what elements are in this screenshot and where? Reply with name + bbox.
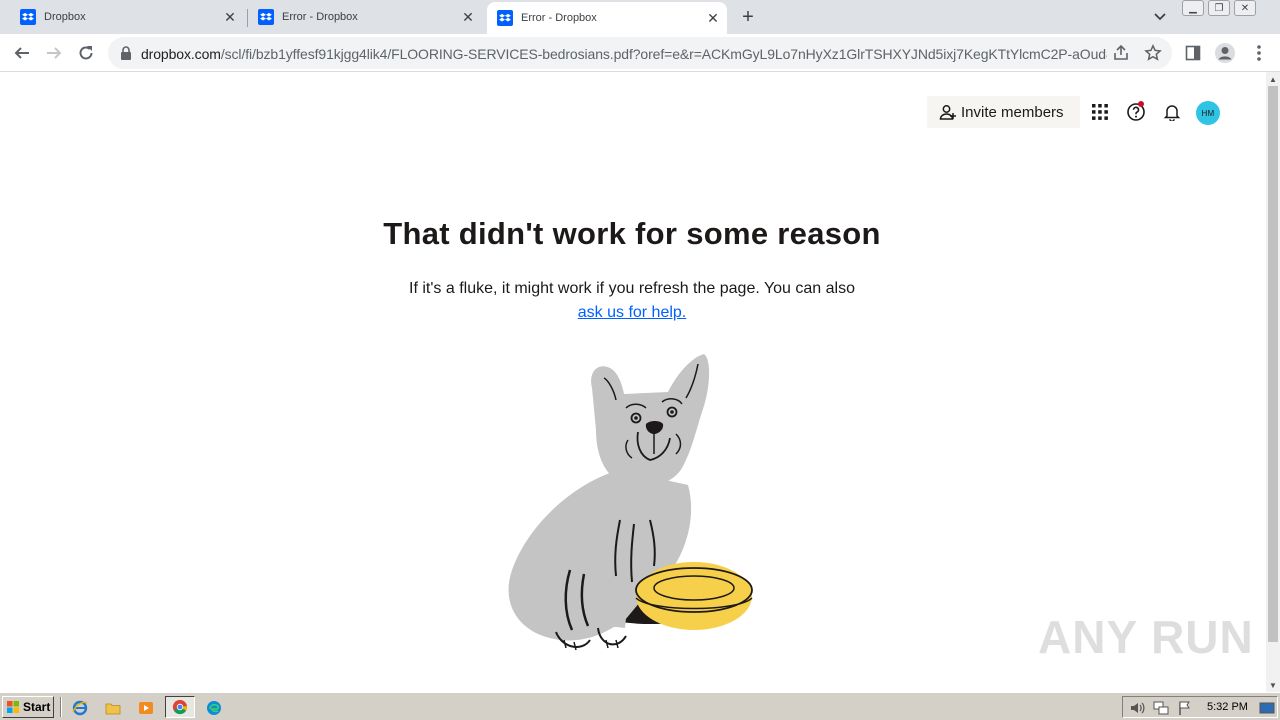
new-tab-button[interactable]: + <box>736 6 760 28</box>
error-message: If it's a fluke, it might work if you re… <box>0 277 1264 325</box>
lock-icon[interactable] <box>120 46 132 60</box>
dropbox-icon <box>20 9 36 25</box>
bookmark-star-icon[interactable] <box>1144 44 1162 62</box>
help-icon[interactable] <box>1124 100 1148 124</box>
close-icon[interactable]: ✕ <box>222 9 238 25</box>
volume-icon[interactable] <box>1129 700 1145 716</box>
scroll-up-icon[interactable]: ▲ <box>1266 72 1280 86</box>
taskbar-divider <box>60 697 62 717</box>
minimize-icon[interactable]: ▁ <box>1182 0 1204 16</box>
page-content: Invite members HM That didn't work for s… <box>0 72 1266 692</box>
sad-dog-illustration <box>508 354 753 651</box>
side-panel-icon[interactable] <box>1182 42 1204 64</box>
edge-icon[interactable] <box>204 698 224 718</box>
invite-members-button[interactable]: Invite members <box>927 96 1080 128</box>
back-icon[interactable] <box>10 41 34 65</box>
taskbar: Start 5:32 PM <box>0 692 1280 720</box>
reload-icon[interactable] <box>74 41 98 65</box>
address-bar[interactable]: dropbox.com/scl/fi/bzb1yffesf91kjgg4lik4… <box>108 37 1172 69</box>
action-center-flag-icon[interactable] <box>1177 700 1193 716</box>
error-message-text: If it's a fluke, it might work if you re… <box>409 280 855 297</box>
url-host: dropbox.com <box>141 46 221 62</box>
invite-members-label: Invite members <box>961 103 1064 121</box>
share-icon[interactable] <box>1112 44 1130 62</box>
start-button[interactable]: Start <box>2 696 54 718</box>
close-window-icon[interactable]: ✕ <box>1234 0 1256 16</box>
dropbox-icon <box>497 10 513 26</box>
internet-explorer-icon[interactable] <box>70 698 90 718</box>
clock: 5:32 PM <box>1207 701 1248 713</box>
url-text[interactable]: dropbox.com/scl/fi/bzb1yffesf91kjgg4lik4… <box>141 46 1107 62</box>
error-title: That didn't work for some reason <box>383 216 881 251</box>
help-link[interactable]: ask us for help. <box>578 304 687 321</box>
close-icon[interactable]: ✕ <box>705 10 721 26</box>
browser-toolbar: dropbox.com/scl/fi/bzb1yffesf91kjgg4lik4… <box>0 34 1280 72</box>
app-grid-icon[interactable] <box>1088 100 1112 124</box>
scroll-thumb[interactable] <box>1268 86 1278 642</box>
start-label: Start <box>23 700 51 714</box>
tab-title: Error - Dropbox <box>521 12 597 24</box>
page-scrollbar[interactable]: ▲ ▼ <box>1266 72 1280 692</box>
notification-dot <box>1138 101 1144 107</box>
tab-strip: Dropbox ✕ Error - Dropbox ✕ Error - Drop… <box>0 0 1280 34</box>
tab-dropbox[interactable]: Dropbox ✕ <box>12 0 244 34</box>
forward-icon[interactable] <box>42 41 66 65</box>
dropbox-icon <box>258 9 274 25</box>
bell-icon[interactable] <box>1160 100 1184 124</box>
restore-icon[interactable]: ❐ <box>1208 0 1230 16</box>
chrome-icon[interactable] <box>165 696 195 718</box>
close-icon[interactable]: ✕ <box>460 9 476 25</box>
tab-title: Error - Dropbox <box>282 11 358 23</box>
window-controls: ▁ ❐ ✕ <box>1182 0 1274 18</box>
tab-title: Dropbox <box>44 11 86 23</box>
media-player-icon[interactable] <box>136 698 156 718</box>
system-tray: 5:32 PM <box>1122 696 1278 718</box>
add-user-icon <box>939 105 956 120</box>
profile-icon[interactable] <box>1214 42 1236 64</box>
tab-error-dropbox-active[interactable]: Error - Dropbox ✕ <box>487 2 727 34</box>
network-icon[interactable] <box>1153 700 1169 716</box>
windows-logo-icon <box>7 701 19 713</box>
url-path: /scl/fi/bzb1yffesf91kjgg4lik4/FLOORING-S… <box>220 46 1107 62</box>
avatar[interactable]: HM <box>1196 101 1220 125</box>
show-desktop-icon[interactable] <box>1259 700 1275 716</box>
tab-search-chevron-icon[interactable] <box>1150 8 1170 26</box>
watermark: ANY RUN <box>1038 611 1254 663</box>
tab-error-dropbox[interactable]: Error - Dropbox ✕ <box>250 0 482 34</box>
tab-separator <box>247 9 248 27</box>
file-explorer-icon[interactable] <box>103 698 123 718</box>
scroll-down-icon[interactable]: ▼ <box>1266 678 1280 692</box>
menu-kebab-icon[interactable] <box>1248 42 1270 64</box>
